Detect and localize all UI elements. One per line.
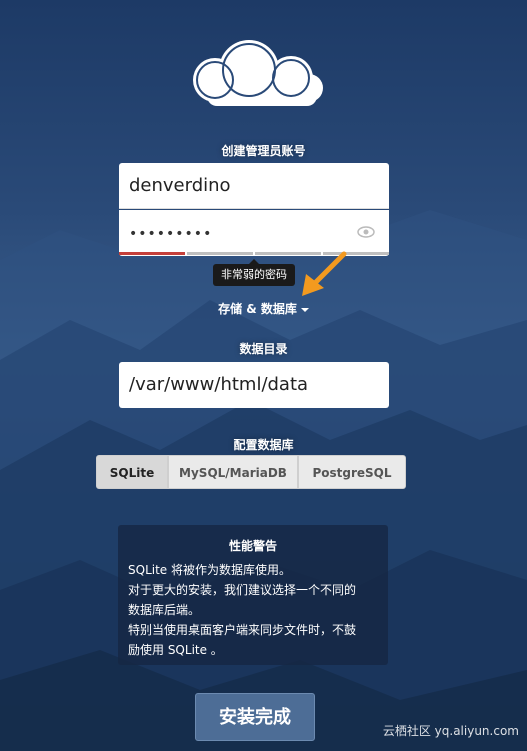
storage-toggle-label: 存储 & 数据库 [218, 302, 297, 316]
data-dir-label: 数据目录 [239, 342, 288, 356]
password-strength-bar [119, 252, 389, 256]
performance-warning-box: 性能警告 SQLite 将被作为数据库使用。 对于更大的安装，我们建议选择一个不… [118, 525, 388, 665]
database-type-selector: SQLite MySQL/MariaDB PostgreSQL [96, 455, 406, 489]
warning-line: 励使用 SQLite 。 [128, 643, 223, 657]
show-password-icon[interactable] [357, 226, 375, 238]
annotation-arrow-icon [302, 251, 347, 296]
db-option-mysql[interactable]: MySQL/MariaDB [168, 455, 298, 489]
warning-line: 特别当使用桌面客户端来同步文件时，不鼓 [128, 623, 357, 637]
chevron-down-icon [300, 307, 309, 312]
install-finish-button[interactable]: 安装完成 [195, 693, 315, 741]
cloud-logo-icon [193, 40, 323, 106]
watermark-text: 云栖社区 yq.aliyun.com [382, 724, 519, 738]
strength-segment [187, 252, 253, 255]
warning-line: SQLite 将被作为数据库使用。 [128, 563, 291, 577]
password-strength-tooltip: 非常弱的密码 [213, 259, 295, 286]
warning-title: 性能警告 [228, 539, 277, 553]
data-dir-input[interactable]: /var/www/html/data [119, 362, 389, 408]
password-masked-value: ••••••••• [129, 226, 213, 242]
db-option-sqlite[interactable]: SQLite [96, 455, 168, 489]
username-input[interactable]: denverdino [119, 163, 389, 209]
warning-line: 数据库后端。 [128, 603, 201, 617]
strength-segment [119, 252, 185, 255]
admin-section-title: 创建管理员账号 [221, 144, 306, 158]
db-option-postgresql[interactable]: PostgreSQL [298, 455, 406, 489]
password-input[interactable]: ••••••••• [119, 210, 389, 256]
storage-database-toggle[interactable]: 存储 & 数据库 [0, 300, 527, 317]
warning-line: 对于更大的安装，我们建议选择一个不同的 [128, 583, 357, 597]
db-section-label: 配置数据库 [233, 438, 294, 452]
